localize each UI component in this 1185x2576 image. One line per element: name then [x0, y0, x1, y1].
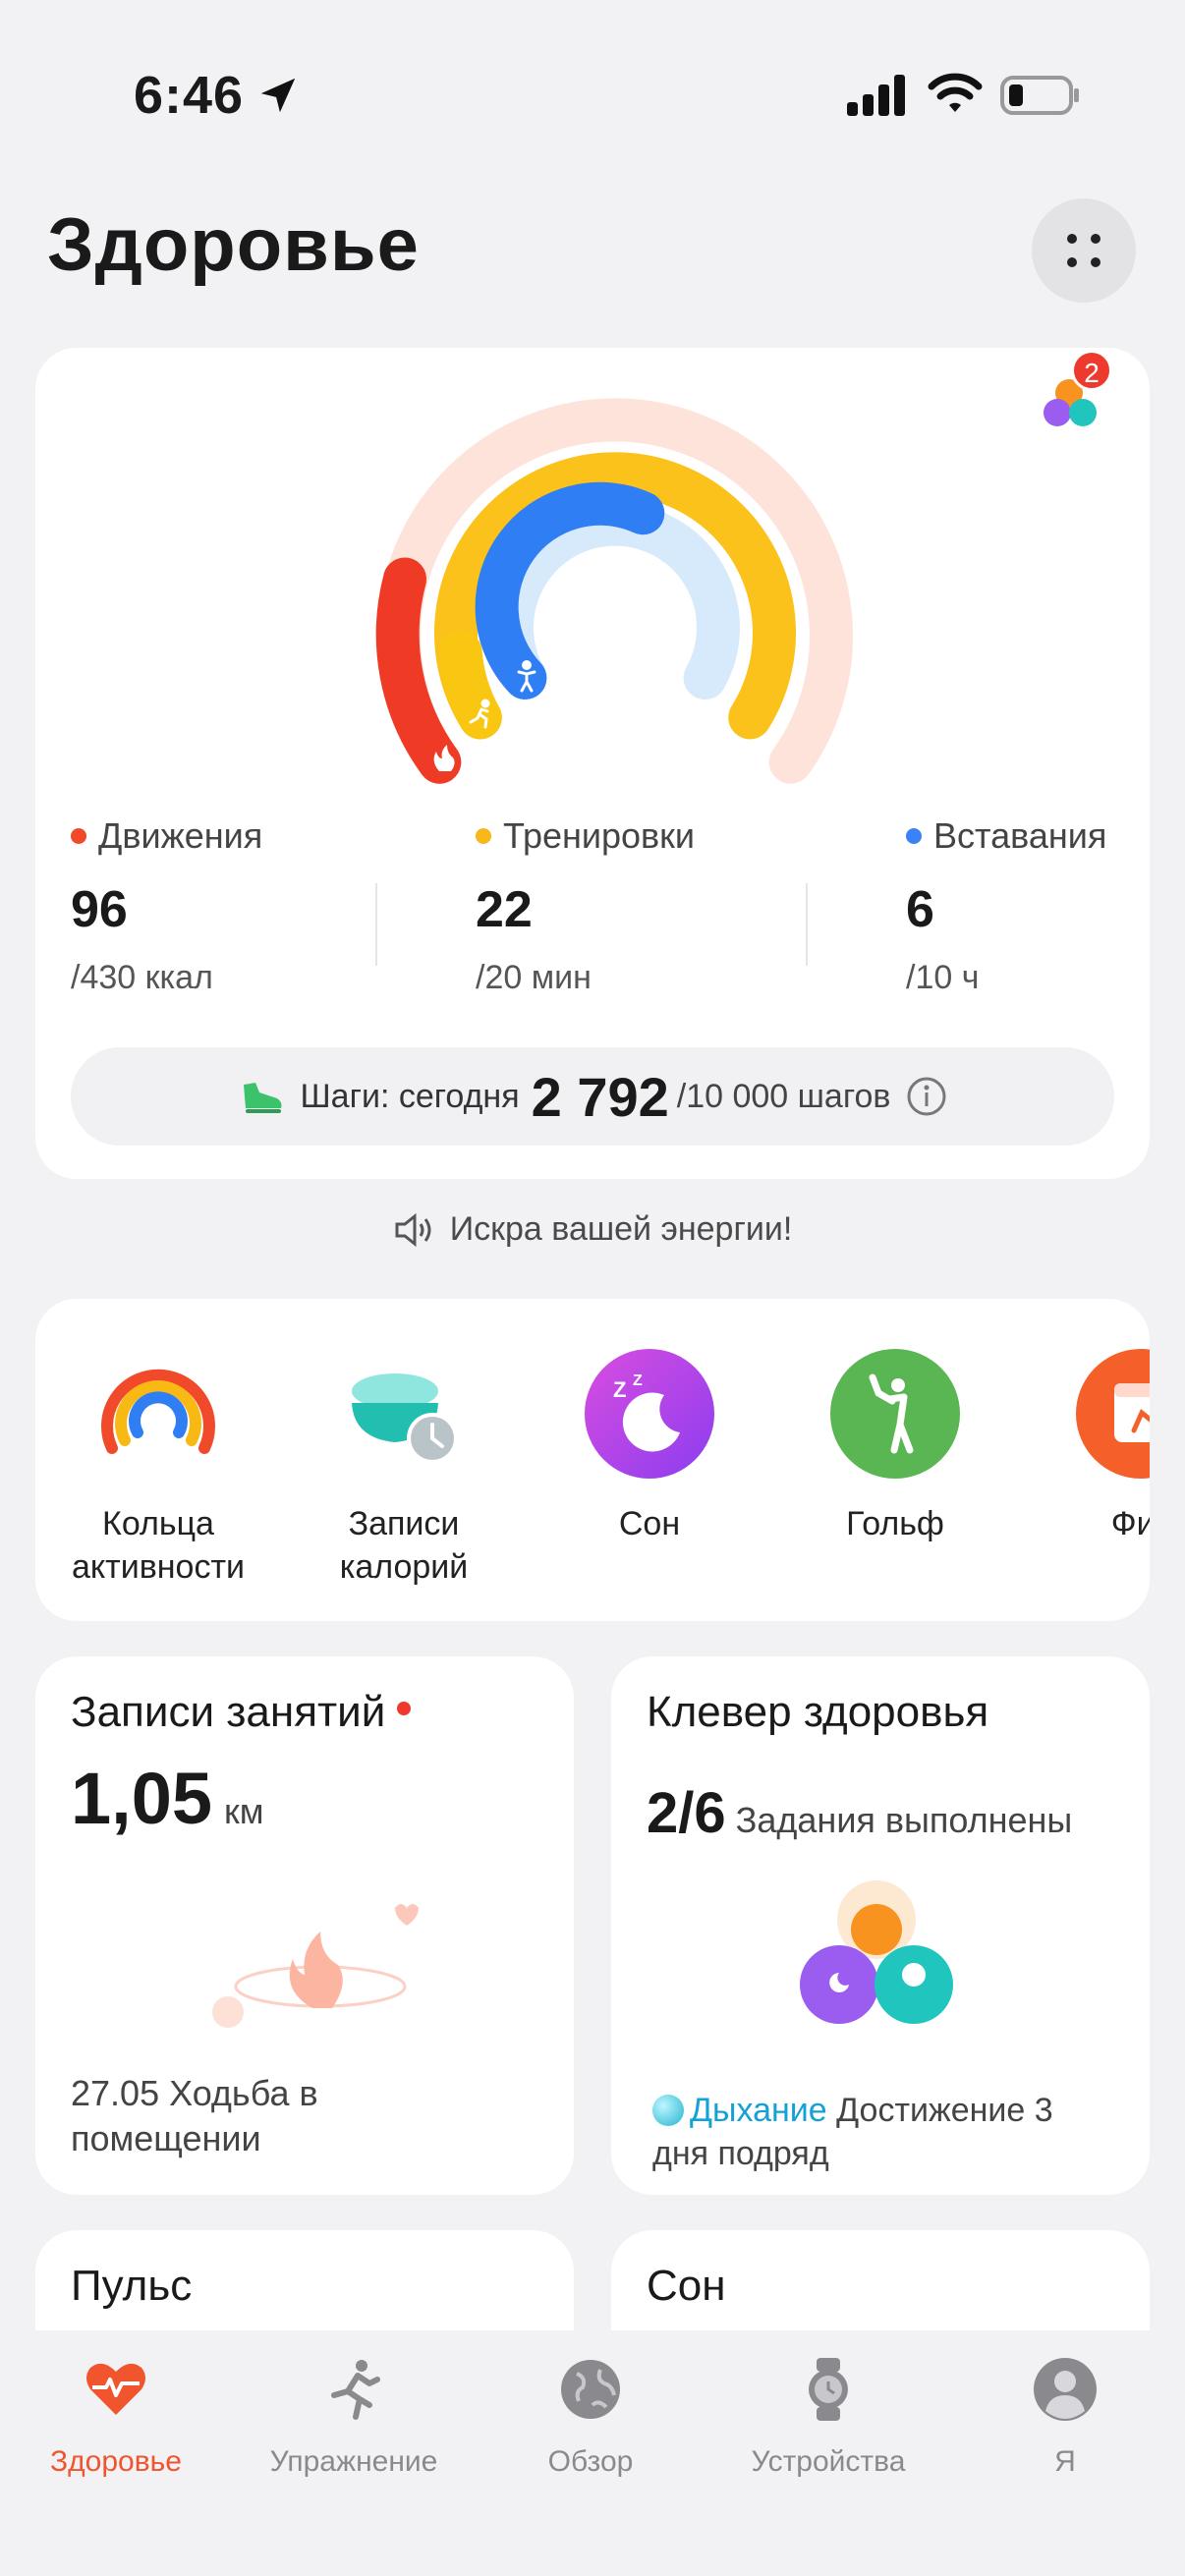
- metric-stand: Вставания 6 /10 ч: [906, 815, 1106, 997]
- nav-label: Упражнение: [269, 2445, 438, 2478]
- metric-label: Вставания: [933, 815, 1107, 856]
- metric-goal: /20 мин: [476, 959, 592, 996]
- cellular-signal-icon: [847, 75, 905, 116]
- nav-label: Обзор: [547, 2445, 634, 2478]
- shortcut-fitness[interactable]: Фит: [1018, 1348, 1150, 1545]
- nav-health[interactable]: Здоровье: [0, 2356, 234, 2479]
- nav-profile[interactable]: Я: [947, 2356, 1183, 2479]
- nav-label: Я: [1054, 2445, 1076, 2478]
- wifi-icon: [928, 73, 983, 112]
- watch-icon: [809, 2358, 848, 2421]
- move-dot: [71, 828, 86, 844]
- workout-flame-illustration: [212, 1904, 419, 2028]
- sleep-moon-icon: Z Z: [585, 1349, 714, 1479]
- health-clover-card[interactable]: Клевер здоровья 2/6 Задания выполнены Дых…: [611, 1656, 1150, 2195]
- card-title: Записи занятий: [71, 1688, 412, 1737]
- page-title: Здоровье: [47, 203, 420, 287]
- clover-highlight: Дыхание: [690, 2092, 827, 2129]
- health-apps-badge[interactable]: 2: [1004, 348, 1150, 442]
- shortcut-label: Кольца активности: [71, 1505, 246, 1586]
- metric-goal: /10 ч: [906, 959, 980, 996]
- dot: [1067, 257, 1077, 267]
- motto-banner[interactable]: Искра вашей энергии!: [0, 1210, 1185, 1249]
- status-time: 6:46: [134, 66, 245, 125]
- stand-dot: [906, 828, 922, 844]
- shortcut-label: Записи калорий: [339, 1505, 469, 1586]
- more-menu-button[interactable]: [1032, 198, 1136, 303]
- runner-icon: [331, 2360, 380, 2420]
- steps-goal: /10 000 шагов: [676, 1077, 891, 1115]
- shoe-icon: [243, 1083, 282, 1113]
- pulse-title: Пульс: [71, 2262, 193, 2310]
- steps-value: 2 792: [531, 1065, 669, 1128]
- notification-badge: 2: [1071, 350, 1112, 391]
- location-arrow-icon: [260, 78, 296, 113]
- metric-value: 96: [71, 881, 128, 938]
- heart-pulse-icon: [86, 2363, 145, 2415]
- nav-label: Устройства: [751, 2445, 906, 2478]
- workout-records-card[interactable]: Записи занятий 1,05 км 27.05 Ходьба в пом…: [35, 1656, 574, 2195]
- info-icon[interactable]: [906, 1076, 947, 1117]
- nav-label: Здоровье: [50, 2445, 182, 2478]
- steps-label: Шаги: сегодня: [300, 1077, 520, 1115]
- shortcut-label: Гольф: [846, 1505, 944, 1542]
- shortcut-label: Сон: [618, 1505, 681, 1542]
- metric-label: Тренировки: [503, 815, 696, 856]
- calorie-bowl-icon: [352, 1373, 458, 1464]
- svg-text:Z: Z: [613, 1377, 626, 1402]
- metric-goal: /430 ккал: [71, 959, 213, 996]
- workout-description: 27.05 Ходьба в помещении: [71, 2073, 318, 2158]
- activity-rings-chart: [375, 398, 853, 784]
- battery-icon: [1000, 76, 1079, 115]
- status-bar: 6:46: [0, 0, 1185, 187]
- distance-number: 1,05: [71, 1758, 213, 1839]
- breathing-ball-icon: [652, 2095, 684, 2126]
- sleep-title: Сон: [647, 2262, 726, 2310]
- activity-rings-card[interactable]: Движения 96 /430 ккал Тренировки 22 /20 …: [35, 348, 1150, 1179]
- globe-icon: [561, 2360, 620, 2419]
- distance-unit: км: [224, 1791, 264, 1831]
- metric-value: 22: [476, 881, 533, 938]
- metric-label: Движения: [98, 815, 263, 856]
- shortcut-sleep[interactable]: Z Z Сон: [527, 1348, 772, 1545]
- metric-value: 6: [906, 881, 934, 938]
- clover-description: Дыхание Достижение 3 дня подряд: [652, 2089, 1114, 2175]
- svg-text:Z: Z: [633, 1372, 643, 1389]
- bottom-navigation: Здоровье Упражнение Обзор Устройства Я: [0, 2330, 1185, 2576]
- clover-progress: 2/6 Задания выполнены: [647, 1780, 1072, 1846]
- records-title: Записи занятий: [71, 1688, 386, 1736]
- nav-overview[interactable]: Обзор: [473, 2356, 708, 2479]
- clover-title: Клевер здоровья: [647, 1688, 989, 1736]
- activity-rings-icon: [101, 1369, 215, 1454]
- unread-dot: [397, 1702, 412, 1716]
- exercise-dot: [476, 828, 491, 844]
- dot: [1091, 234, 1100, 244]
- shortcut-activity-rings[interactable]: Кольца активности: [35, 1348, 281, 1589]
- divider: [806, 883, 808, 966]
- clover-subtitle: Задания выполнены: [735, 1800, 1073, 1840]
- clover-illustration: [800, 1880, 953, 2024]
- steps-summary[interactable]: Шаги: сегодня 2 792 /10 000 шагов: [71, 1047, 1114, 1146]
- fitness-calendar-icon: [1076, 1349, 1150, 1479]
- dot: [1067, 234, 1077, 244]
- nav-devices[interactable]: Устройства: [710, 2356, 946, 2479]
- divider: [375, 883, 377, 966]
- profile-icon: [1034, 2358, 1097, 2421]
- clover-value: 2/6: [647, 1781, 726, 1845]
- metric-exercise: Тренировки 22 /20 мин: [476, 815, 695, 997]
- nav-exercise[interactable]: Упражнение: [236, 2356, 472, 2479]
- shortcut-calories[interactable]: Записи калорий: [281, 1348, 527, 1589]
- dot: [1091, 257, 1100, 267]
- golf-icon: [830, 1349, 960, 1479]
- shortcuts-row: Кольца активности Записи калорий Z Z Сон: [35, 1299, 1150, 1621]
- metric-move: Движения 96 /430 ккал: [71, 815, 262, 997]
- speaker-icon: [395, 1212, 431, 1247]
- shortcut-golf[interactable]: Гольф: [772, 1348, 1018, 1545]
- distance-value: 1,05 км: [71, 1757, 264, 1840]
- shortcut-label: Фит: [1110, 1505, 1150, 1542]
- motto-text: Искра вашей энергии!: [449, 1210, 793, 1248]
